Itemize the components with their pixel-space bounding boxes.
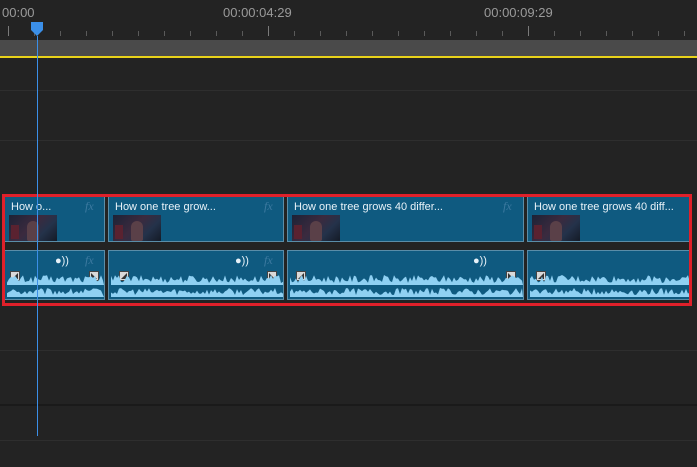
ruler-tick [658, 31, 659, 36]
ruler-tick [580, 31, 581, 36]
track-divider [0, 440, 697, 441]
work-area-bar[interactable] [0, 40, 697, 56]
ruler-tick [398, 31, 399, 36]
timecode-label: 00:00 [2, 5, 35, 20]
ruler-tick [86, 31, 87, 36]
ruler-tick [606, 31, 607, 36]
ruler-tick [528, 26, 529, 36]
ruler-tick [450, 31, 451, 36]
ruler-tick [684, 31, 685, 36]
track-divider [0, 350, 697, 351]
timecode-label: 00:00:04:29 [223, 5, 292, 20]
ruler-tick [8, 26, 9, 36]
ruler-tick [138, 31, 139, 36]
ruler-tick [320, 31, 321, 36]
ruler-tick [112, 31, 113, 36]
work-area-line [0, 56, 697, 58]
track-divider [0, 404, 697, 406]
ruler-tick [294, 31, 295, 36]
timeline-ruler[interactable]: 00:00 00:00:04:29 00:00:09:29 [0, 0, 697, 40]
ruler-tick [554, 31, 555, 36]
ruler-tick [216, 31, 217, 36]
ruler-tick [632, 31, 633, 36]
ruler-tick [424, 31, 425, 36]
ruler-tick [502, 31, 503, 36]
selection-box [2, 194, 692, 306]
ruler-tick [190, 31, 191, 36]
playhead-line[interactable] [37, 36, 38, 436]
track-divider [0, 140, 697, 141]
playhead-handle[interactable] [30, 22, 44, 36]
ruler-tick [372, 31, 373, 36]
ruler-tick [242, 31, 243, 36]
ruler-tick [346, 31, 347, 36]
ruler-tick [164, 31, 165, 36]
timecode-label: 00:00:09:29 [484, 5, 553, 20]
track-divider [0, 90, 697, 91]
ruler-tick [268, 26, 269, 36]
ruler-tick [60, 31, 61, 36]
ruler-tick [476, 31, 477, 36]
